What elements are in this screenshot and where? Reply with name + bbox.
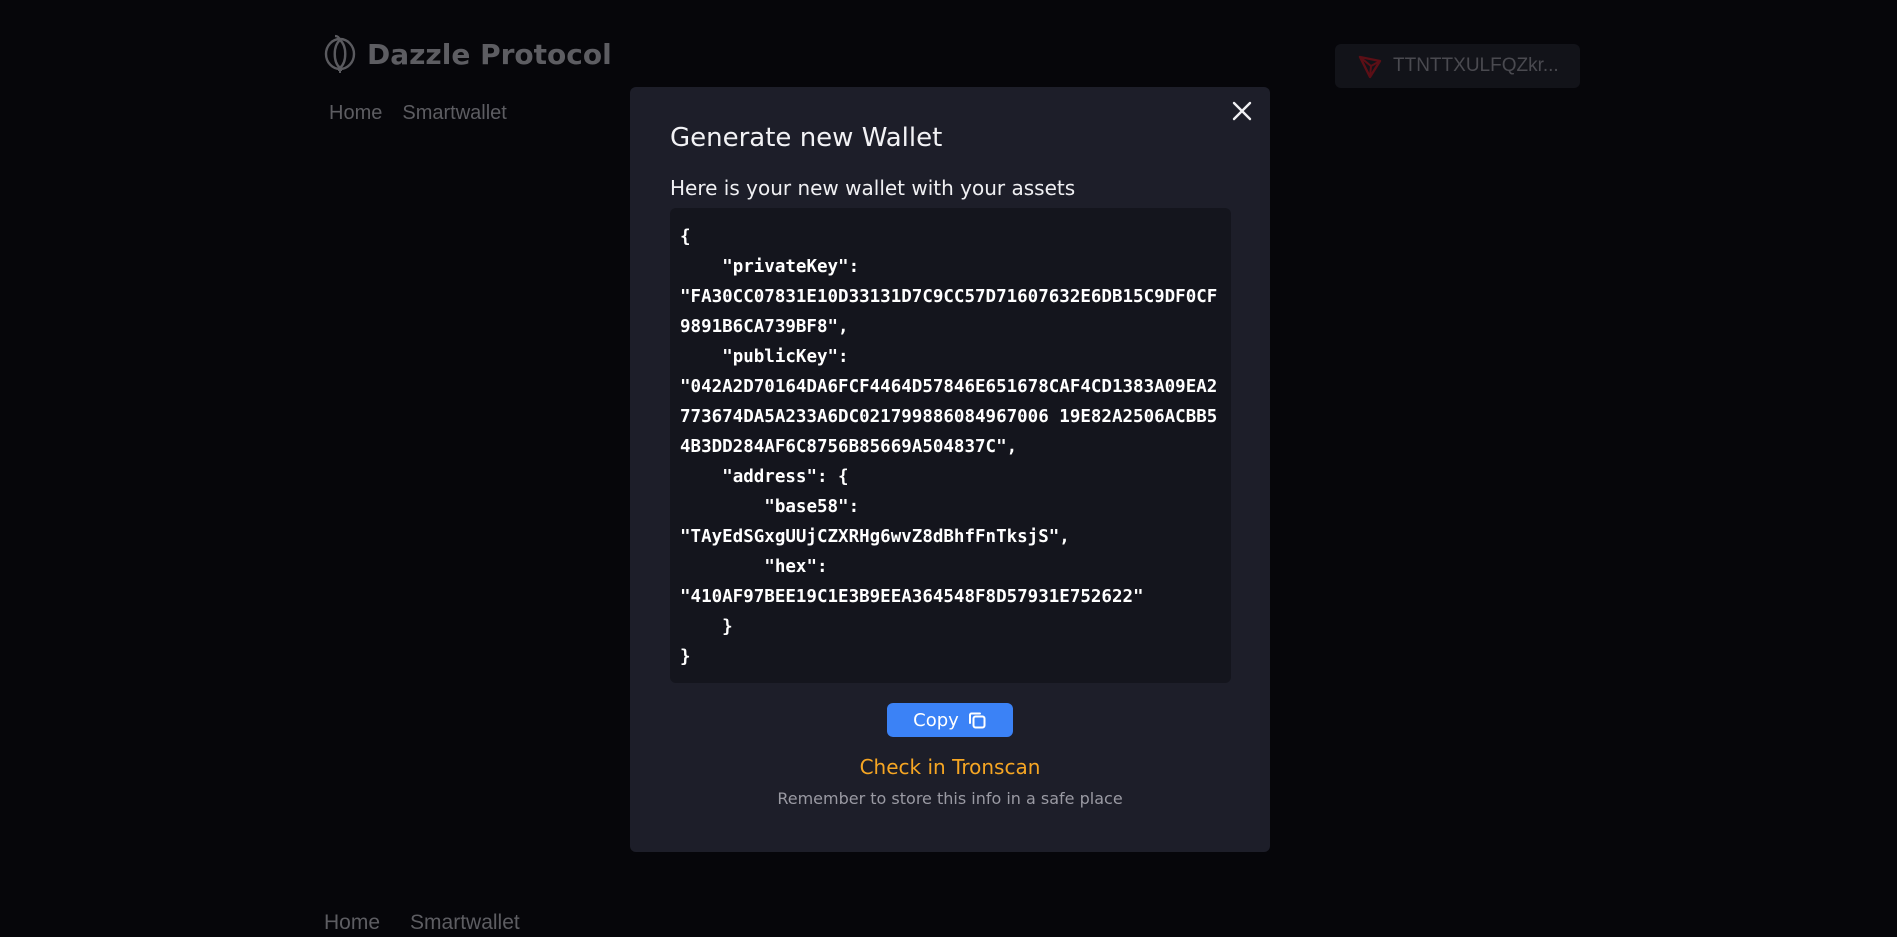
brand-name: Dazzle Protocol — [367, 37, 612, 71]
close-icon[interactable] — [1228, 97, 1256, 125]
wallet-json-block[interactable]: { "privateKey": "FA30CC07831E10D33131D7C… — [670, 208, 1231, 683]
modal-subtitle: Here is your new wallet with your assets — [670, 176, 1076, 200]
top-nav: Home Smartwallet — [329, 102, 507, 125]
nav-item-smartwallet[interactable]: Smartwallet — [402, 102, 506, 125]
nav-item-home[interactable]: Home — [329, 102, 382, 125]
modal-title: Generate new Wallet — [670, 123, 943, 153]
tron-icon — [1357, 53, 1383, 79]
copy-button-label: Copy — [913, 709, 959, 731]
check-tronscan-link[interactable]: Check in Tronscan — [630, 755, 1270, 779]
copy-button[interactable]: Copy — [887, 703, 1013, 737]
footer-item-smartwallet[interactable]: Smartwallet — [410, 911, 520, 935]
wallet-address: TTNTTXULFQZkr... — [1393, 55, 1559, 76]
footer-item-home[interactable]: Home — [324, 911, 380, 935]
copy-icon — [967, 710, 987, 730]
safe-storage-note: Remember to store this info in a safe pl… — [777, 789, 1123, 808]
generate-wallet-modal: Generate new Wallet Here is your new wal… — [630, 87, 1270, 852]
page: Dazzle Protocol Home Smartwallet TTNTTXU… — [0, 0, 1897, 937]
footer-nav: Home Smartwallet — [324, 911, 520, 935]
brand-header[interactable]: Dazzle Protocol — [323, 34, 612, 74]
fruit-logo-icon — [323, 34, 357, 74]
wallet-address-button[interactable]: TTNTTXULFQZkr... — [1335, 44, 1580, 88]
